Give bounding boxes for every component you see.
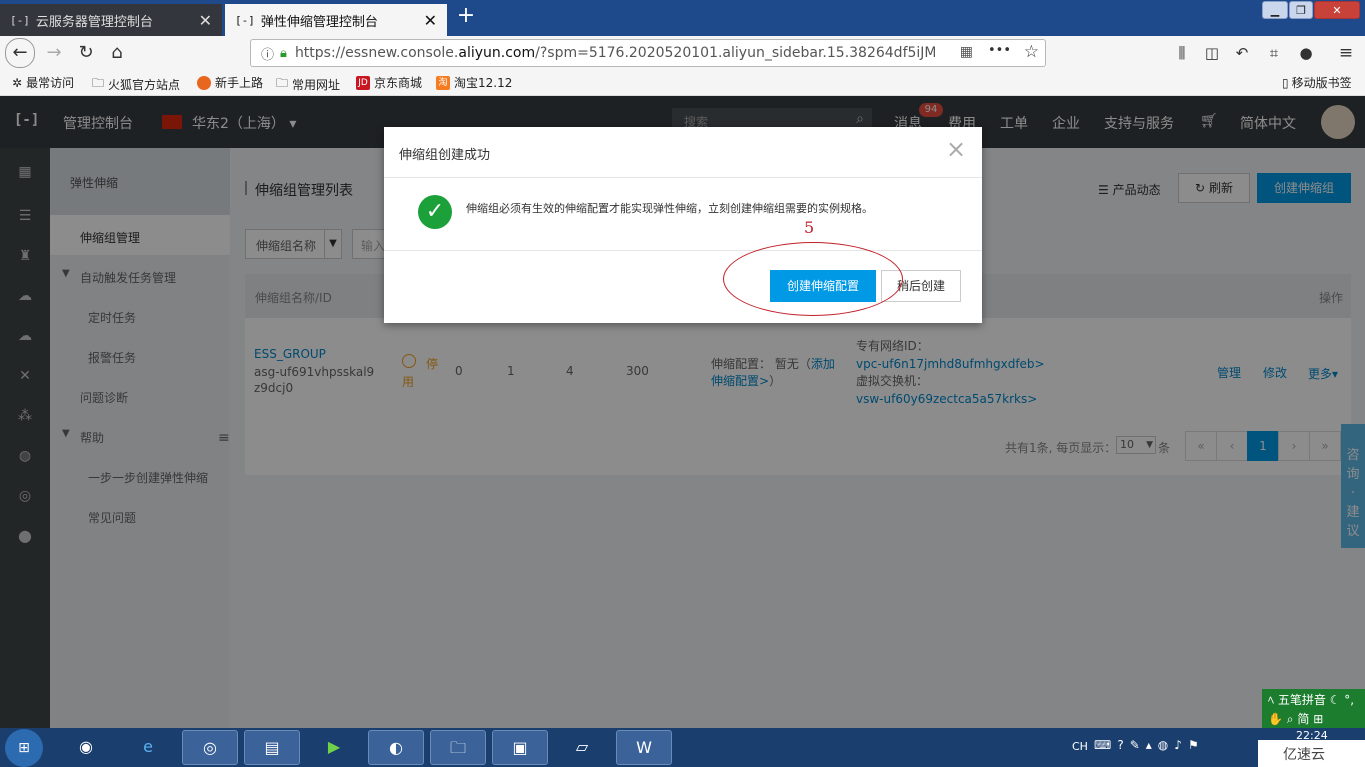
reload-icon[interactable]: ↻ xyxy=(72,39,100,67)
bookmark-mobile[interactable]: ▯ 移动版书签 xyxy=(1282,74,1352,91)
remote-desktop-icon[interactable]: ▣ xyxy=(492,730,548,765)
bookmarks-bar: ✲ 最常访问 🗀 火狐官方站点 新手上路 🗀 常用网址 JD 京东商城 淘淘宝12.12… xyxy=(0,70,1365,96)
lock-icon: 🔒︎ xyxy=(280,45,287,61)
browser-nav-bar: ← → ↻ ⌂ ⓘ 🔒︎ https://essnew.console.aliy… xyxy=(0,36,1365,70)
watermark-text: 亿速云 xyxy=(1283,747,1325,763)
ime-hand-icon: ✋ xyxy=(1268,712,1283,726)
ime-options: ✋ ⌕ 简 ⊞ xyxy=(1268,712,1324,726)
url-text: https://essnew.console.aliyun.com/?spm=5… xyxy=(294,45,935,61)
gear-icon: ✲ xyxy=(12,75,23,90)
firefox-icon[interactable]: ◐ xyxy=(368,730,424,765)
help-icon: ? xyxy=(1117,738,1130,752)
language-indicator[interactable]: CH xyxy=(1072,740,1088,753)
tab-ecs-console[interactable]: [-] 云服务器管理控制台 ✕ xyxy=(0,4,222,36)
ime-logo-icon: ﾍ xyxy=(1268,693,1275,707)
iqiyi-icon[interactable]: ▤ xyxy=(244,730,300,765)
phone-icon: ▯ xyxy=(1282,75,1289,90)
menu-icon[interactable]: ≡ xyxy=(1332,39,1360,67)
bookmark-getting-started[interactable]: 新手上路 xyxy=(197,74,263,91)
app-window-icon[interactable]: ▱ xyxy=(554,730,610,765)
file-explorer-icon[interactable]: 🗀 xyxy=(430,730,486,765)
library-icon[interactable]: ⫼ xyxy=(1168,39,1196,67)
close-icon[interactable]: × xyxy=(946,137,966,161)
browser-tab-strip: [-] 云服务器管理控制台 ✕ [-] 弹性伸缩管理控制台 ✕ + ▁ ❐ ✕ xyxy=(0,0,1365,36)
undo-icon[interactable]: ↶ xyxy=(1228,39,1256,67)
bookmark-jd[interactable]: JD 京东商城 xyxy=(356,74,422,91)
ime-grid-icon: ⊞ xyxy=(1313,712,1324,726)
tab-label: 弹性伸缩管理控制台 xyxy=(260,14,378,30)
pen-icon: ✎ xyxy=(1129,738,1146,752)
divider xyxy=(384,250,982,251)
chat-icon[interactable]: ● xyxy=(1292,39,1320,67)
windows-taskbar: ⊞ ◉ e ◎ ▤ ▶ ◐ 🗀 ▣ ▱ W CH ⌨?✎▴◍♪⚑ 22:24 亿… xyxy=(0,728,1365,767)
ime-moon-icon: ☾ xyxy=(1329,693,1341,707)
ime-dots-icon: °, xyxy=(1344,693,1355,707)
maximize-button[interactable]: ❐ xyxy=(1289,1,1313,19)
aliyun-favicon-icon: [-] xyxy=(235,13,255,27)
ie-icon[interactable]: e xyxy=(120,730,176,765)
flag-icon: ⚑ xyxy=(1187,738,1205,752)
tray-expand-icon: ▴ xyxy=(1145,738,1158,752)
bookmark-firefox-site[interactable]: 🗀 火狐官方站点 xyxy=(92,74,180,95)
bookmark-common-sites[interactable]: 🗀 常用网址 xyxy=(276,74,340,95)
folder-icon: 🗀 xyxy=(276,76,289,90)
dialog-title: 伸缩组创建成功 xyxy=(399,148,491,163)
dialog-message: 伸缩组必须有生效的伸缩配置才能实现弹性伸缩，立刻创建伸缩组需要的实例规格。 xyxy=(466,202,873,215)
screenshot-icon[interactable]: ⌗ xyxy=(1260,39,1288,67)
firefox-icon xyxy=(197,75,211,90)
start-button[interactable]: ⊞ xyxy=(5,729,43,767)
sidebar-icon[interactable]: ◫ xyxy=(1198,39,1226,67)
annotation-circle xyxy=(723,242,903,316)
tab-ess-console[interactable]: [-] 弹性伸缩管理控制台 ✕ xyxy=(225,4,447,36)
folder-icon: 🗀 xyxy=(92,76,105,90)
aliyun-favicon-icon: [-] xyxy=(10,13,30,27)
back-icon[interactable]: ← xyxy=(5,38,35,68)
minimize-button[interactable]: ▁ xyxy=(1262,1,1288,19)
ime-toolbar[interactable]: ﾍ 五笔拼音 ☾ °, ✋ ⌕ 简 ⊞ xyxy=(1262,689,1365,728)
bookmark-most-visited[interactable]: ✲ 最常访问 xyxy=(12,74,74,91)
network-icon: ◍ xyxy=(1157,738,1175,752)
ime-search-icon: ⌕ xyxy=(1286,712,1294,726)
qr-code-icon[interactable]: ▦ xyxy=(960,44,973,60)
close-tab-icon[interactable]: ✕ xyxy=(199,11,212,30)
bookmark-star-icon[interactable]: ☆ xyxy=(1024,42,1039,62)
tab-label: 云服务器管理控制台 xyxy=(35,14,153,30)
word-icon[interactable]: W xyxy=(616,730,672,765)
tray-icons[interactable]: ⌨?✎▴◍♪⚑ xyxy=(1094,738,1205,752)
window-close-button[interactable]: ✕ xyxy=(1314,1,1360,19)
annotation-step-number: 5 xyxy=(804,218,815,237)
divider xyxy=(384,177,982,178)
bookmark-taobao[interactable]: 淘淘宝12.12 xyxy=(436,74,512,91)
page-actions-icon[interactable]: ••• xyxy=(988,43,1011,58)
taobao-icon: 淘 xyxy=(436,75,450,90)
app-360-icon[interactable]: ◉ xyxy=(58,730,114,765)
new-tab-button[interactable]: + xyxy=(453,4,479,30)
info-icon[interactable]: ⓘ xyxy=(261,44,274,63)
app-browser-icon[interactable]: ◎ xyxy=(182,730,238,765)
keyboard-icon: ⌨ xyxy=(1094,738,1118,752)
media-player-icon[interactable]: ▶ xyxy=(306,730,362,765)
success-dialog: 伸缩组创建成功 × ✓ 伸缩组必须有生效的伸缩配置才能实现弹性伸缩，立刻创建伸缩… xyxy=(384,127,982,323)
address-bar[interactable]: ⓘ 🔒︎ https://essnew.console.aliyun.com/?… xyxy=(250,39,1046,67)
ime-mode-label: ﾍ 五笔拼音 ☾ °, xyxy=(1268,693,1355,707)
home-icon[interactable]: ⌂ xyxy=(103,39,131,67)
jd-icon: JD xyxy=(356,75,370,90)
close-tab-icon[interactable]: ✕ xyxy=(424,11,437,30)
watermark-badge: 亿速云 xyxy=(1258,740,1365,767)
forward-icon[interactable]: → xyxy=(40,39,68,67)
volume-icon: ♪ xyxy=(1174,738,1188,752)
success-check-icon: ✓ xyxy=(418,195,452,229)
